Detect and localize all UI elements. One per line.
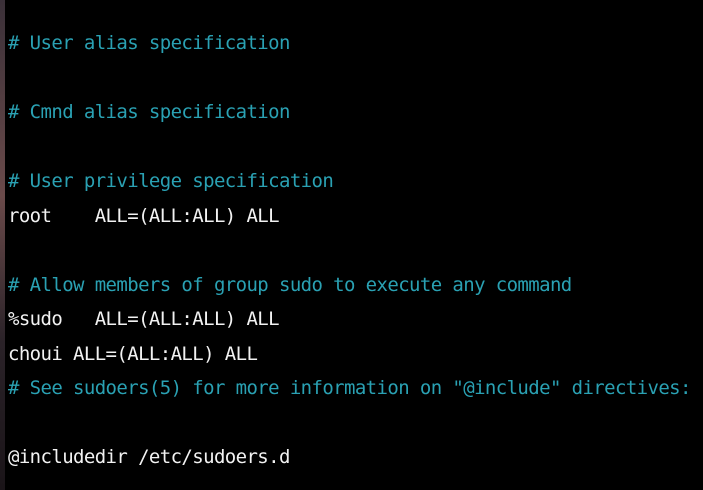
includedir-line: @includedir /etc/sudoers.d: [8, 446, 290, 468]
comment-line-include-info: # See sudoers(5) for more information on…: [8, 377, 691, 399]
rule-line-choui: choui ALL=(ALL:ALL) ALL: [8, 342, 258, 365]
comment-line-cmnd-alias: # Cmnd alias specification: [8, 101, 290, 123]
terminal-window[interactable]: # User alias specification # Cmnd alias …: [0, 0, 703, 490]
rule-line-sudo-group: %sudo ALL=(ALL:ALL) ALL: [8, 308, 280, 330]
editor-text-area[interactable]: # User alias specification # Cmnd alias …: [8, 26, 691, 475]
desktop-edge: [0, 0, 5, 490]
comment-line-user-privilege: # User privilege specification: [8, 170, 334, 192]
rule-line-root: root ALL=(ALL:ALL) ALL: [8, 204, 280, 227]
comment-line-user-alias: # User alias specification: [8, 32, 290, 54]
comment-line-group-sudo: # Allow members of group sudo to execute…: [8, 273, 572, 296]
